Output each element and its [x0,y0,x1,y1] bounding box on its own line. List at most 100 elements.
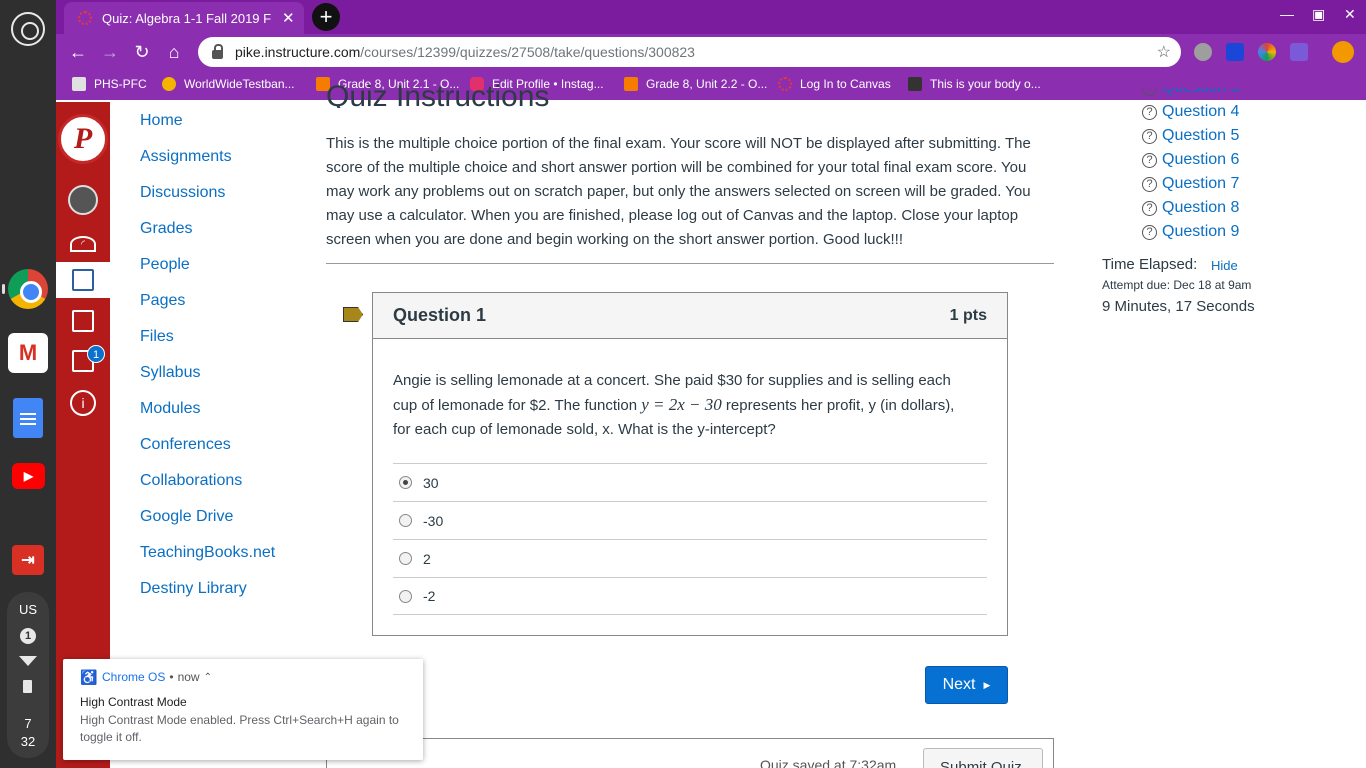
tab-strip: Quiz: Algebra 1-1 Fall 2019 Final ✕ + — … [56,0,1366,34]
profile-alert-icon[interactable] [1332,41,1354,63]
back-icon[interactable]: ← [66,40,90,64]
course-nav-discussions[interactable]: Discussions [140,182,275,218]
answer-radio[interactable] [399,589,412,603]
course-nav: Home Assignments Discussions Grades Peop… [140,110,275,614]
tab-title: Quiz: Algebra 1-1 Fall 2019 Final [102,10,272,26]
submit-quiz-button[interactable]: Submit Quiz [923,748,1043,768]
question-unanswered-icon: ? [1142,104,1157,120]
question-card: Question 1 1 pts Angie is selling lemona… [372,292,1008,636]
answer-radio[interactable] [399,514,412,527]
question-link[interactable]: ? Question 9 [1142,220,1342,240]
tvp-icon [908,77,922,91]
question-link[interactable]: ? Question 4 [1142,100,1342,124]
bookmark-item[interactable]: This is your body o... [908,77,1041,91]
bookmark-item[interactable]: PHS-PFC [72,77,147,91]
next-button[interactable]: Next ▶ [925,666,1008,704]
course-nav-home[interactable]: Home [140,110,275,146]
answer-option[interactable]: -2 [393,577,987,615]
status-tray[interactable]: US 1 7 32 [7,592,49,758]
question-unanswered-icon: ? [1142,176,1157,192]
question-unanswered-icon: ? [1142,200,1157,216]
gmail-app-icon[interactable]: M [8,333,48,373]
forward-icon[interactable]: → [98,40,122,64]
worldwidetestbank-icon [162,77,176,91]
canvas-favicon-icon [78,11,92,25]
question-title: Question 1 [393,305,487,325]
battery-icon [23,680,32,693]
quiz-instructions: This is the multiple choice portion of t… [326,135,1031,248]
wifi-icon [19,656,37,666]
question-link[interactable]: ? Question 5 [1142,124,1342,148]
sign-out-icon[interactable]: ⇥ [12,545,44,575]
divider [326,263,1054,264]
course-nav-google-drive[interactable]: Google Drive [140,506,275,542]
bookmark-item[interactable]: Grade 8, Unit 2.2 - O... [624,77,767,91]
courses-icon [72,269,94,291]
dashboard-nav[interactable]: ◜ [56,226,110,262]
bookmark-item[interactable]: Log In to Canvas [778,77,891,91]
course-nav-destiny-library[interactable]: Destiny Library [140,578,275,614]
time-elapsed-value: 9 Minutes, 17 Seconds [1102,298,1255,315]
help-icon: i [70,390,96,416]
question-header: Question 1 1 pts [373,293,1007,339]
chevron-up-icon[interactable]: ⌃ [204,672,212,683]
launcher-icon[interactable] [11,12,45,46]
answer-option[interactable]: -30 [393,501,987,539]
course-nav-assignments[interactable]: Assignments [140,146,275,182]
google-docs-app-icon[interactable] [13,398,43,438]
address-bar[interactable]: pike.instructure.com/courses/12399/quizz… [198,37,1181,67]
course-nav-modules[interactable]: Modules [140,398,275,434]
youtube-app-icon[interactable]: ▶ [12,463,45,489]
question-link[interactable]: ?Question 3 [1142,88,1342,100]
course-nav-grades[interactable]: Grades [140,218,275,254]
help-nav[interactable]: i [56,385,110,421]
active-app-indicator [2,284,5,294]
answer-radio[interactable] [399,476,412,489]
hide-timer-link[interactable]: Hide [1211,258,1238,273]
calendar-icon [72,310,94,332]
question-unanswered-icon: ? [1142,224,1157,240]
close-window-icon[interactable]: ✕ [1344,6,1356,23]
school-logo[interactable]: P [58,114,108,164]
course-nav-files[interactable]: Files [140,326,275,362]
course-nav-syllabus[interactable]: Syllabus [140,362,275,398]
course-nav-pages[interactable]: Pages [140,290,275,326]
browser-tab-active[interactable]: Quiz: Algebra 1-1 Fall 2019 Final ✕ [64,2,304,34]
question-list: ?Question 3 ?Question 4 ?Question 5 ?Que… [1142,88,1342,240]
os-shelf: M ▶ ⇥ US 1 7 32 [0,0,56,768]
answer-radio[interactable] [399,552,412,565]
canvas-icon [778,77,792,91]
time-elapsed-label: Time Elapsed: [1102,256,1198,273]
course-nav-collaborations[interactable]: Collaborations [140,470,275,506]
reload-icon[interactable]: ↻ [130,40,154,64]
question-link[interactable]: ? Question 8 [1142,196,1342,220]
tab-close-icon[interactable]: ✕ [282,9,295,27]
bookmark-item[interactable]: WorldWideTestban... [162,77,295,91]
question-link[interactable]: ? Question 7 [1142,172,1342,196]
extension-icon-4[interactable] [1290,43,1308,61]
bookmark-star-icon[interactable]: ☆ [1157,42,1171,62]
extension-icon-2[interactable] [1226,43,1244,61]
course-nav-teachingbooks[interactable]: TeachingBooks.net [140,542,275,578]
answer-option[interactable]: 30 [393,463,987,501]
inbox-nav[interactable]: 1 [56,343,110,379]
calendar-nav[interactable] [56,303,110,339]
extension-icon-3[interactable] [1258,43,1276,61]
course-nav-conferences[interactable]: Conferences [140,434,275,470]
extension-icon-1[interactable] [1194,43,1212,61]
notification-toast[interactable]: ♿ Chrome OS • now ⌃ High Contrast Mode H… [63,659,423,760]
new-tab-button[interactable]: + [312,3,340,31]
restore-icon[interactable]: ▣ [1312,6,1325,23]
accessibility-icon: ♿ [80,669,98,685]
notification-body: High Contrast Mode enabled. Press Ctrl+S… [80,713,399,744]
chrome-app-icon[interactable] [8,269,48,309]
answer-option[interactable]: 2 [393,539,987,577]
minimize-icon[interactable]: — [1280,6,1294,22]
question-unanswered-icon: ? [1142,88,1157,96]
course-nav-people[interactable]: People [140,254,275,290]
home-icon[interactable]: ⌂ [162,40,186,64]
question-link[interactable]: ? Question 6 [1142,148,1342,172]
flag-question-icon[interactable] [343,307,363,322]
courses-nav[interactable] [56,262,110,298]
account-nav[interactable] [56,182,110,218]
